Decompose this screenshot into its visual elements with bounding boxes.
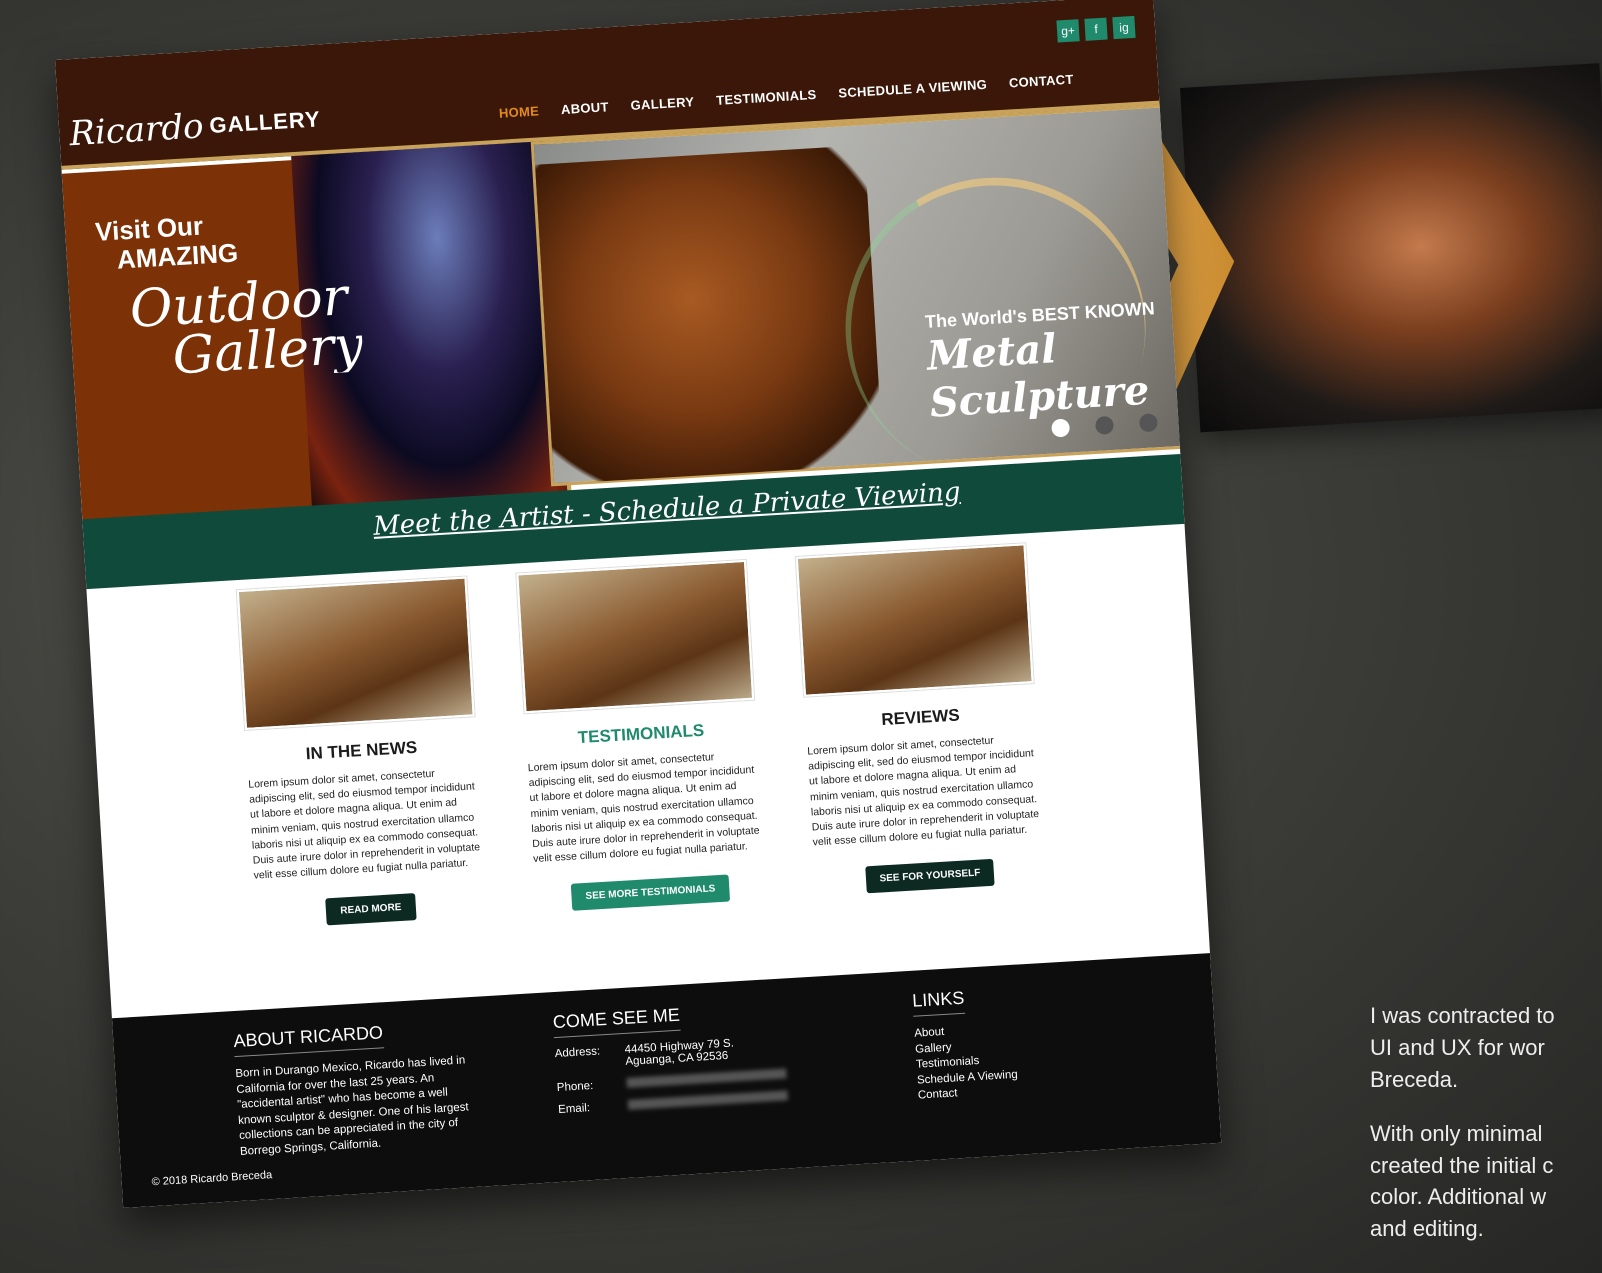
content-columns: IN THE NEWS Lorem ipsum dolor sit amet, … [236,540,1106,930]
website-mockup: g+ f ig Ricardo GALLERY HOME ABOUT GALLE… [55,0,1222,1208]
menu-about[interactable]: ABOUT [561,99,610,117]
footer-links: LINKS About Gallery Testimonials Schedul… [911,979,1118,1104]
column-body: Lorem ipsum dolor sit amet, consectetur … [806,734,1040,849]
social-icons: g+ f ig [1056,15,1136,43]
caption-line: Breceda. [1370,1066,1459,1092]
address-value: 44450 Highway 79 S. Aguanga, CA 92536 [624,1037,735,1067]
address-label: Address: [554,1045,601,1061]
phone-value-blurred [626,1068,787,1088]
news-image [236,576,475,730]
footer-contact-title: COME SEE ME [552,1004,681,1039]
caption-line: UI and UX for wor [1370,1034,1545,1060]
project-caption: I was contracted to UI and UX for wor Br… [1370,1000,1602,1267]
slider-dot-1[interactable] [1051,418,1071,438]
footer-links-title: LINKS [911,987,966,1017]
reviews-image [795,543,1034,697]
logo-word: GALLERY [208,106,322,138]
column-reviews: REVIEWS Lorem ipsum dolor sit amet, cons… [795,543,1046,896]
hero-tagline: The World's BEST KNOWN Metal Sculpture [924,297,1184,427]
instagram-icon[interactable]: ig [1112,15,1136,40]
copyright: © 2018 Ricardo Breceda [151,1169,273,1189]
email-row: Email: [558,1089,818,1116]
caption-para-2: With only minimal created the initial c … [1370,1118,1602,1246]
slider-dot-3[interactable] [1138,413,1158,433]
outdoor-gallery-script: Outdoor Gallery [129,272,364,384]
hero-slider[interactable]: The World's BEST KNOWN Metal Sculpture [530,103,1191,515]
column-news: IN THE NEWS Lorem ipsum dolor sit amet, … [236,576,487,930]
email-value-blurred [627,1090,788,1110]
artist-portrait-image [1180,63,1602,433]
address-row: Address: 44450 Highway 79 S. Aguanga, CA… [554,1033,815,1072]
caption-line: color. Additional w [1370,1184,1547,1210]
email-label: Email: [557,1102,591,1116]
column-title: IN THE NEWS [305,737,418,764]
footer-about: ABOUT RICARDO Born in Durango Mexico, Ri… [232,1017,480,1160]
caption-line: and editing. [1370,1216,1484,1242]
see-for-yourself-button[interactable]: SEE FOR YOURSELF [864,858,996,893]
footer-links-list: About Gallery Testimonials Schedule A Vi… [914,1015,1118,1104]
tagline-line2: Metal Sculpture [925,325,1151,427]
visit-text: Visit Our AMAZING [94,210,239,275]
testimonials-image [516,559,755,714]
caption-para-1: I was contracted to UI and UX for wor Br… [1370,1000,1602,1096]
caption-line: With only minimal [1370,1120,1543,1146]
footer-about-body: Born in Durango Mexico, Ricardo has live… [235,1054,469,1158]
dragon-sculpture-image [535,145,884,485]
facebook-icon[interactable]: f [1084,17,1108,41]
see-more-testimonials-button[interactable]: SEE MORE TESTIMONIALS [570,874,731,911]
phone-label: Phone: [556,1079,594,1095]
caption-line: created the initial c [1370,1152,1554,1178]
column-title: REVIEWS [880,705,961,730]
read-more-button[interactable]: READ MORE [325,892,417,925]
footer: ABOUT RICARDO Born in Durango Mexico, Ri… [111,953,1222,1208]
caption-line: I was contracted to [1370,1003,1555,1028]
column-testimonials: TESTIMONIALS Lorem ipsum dolor sit amet,… [516,559,766,913]
column-body: Lorem ipsum dolor sit amet, consectetur … [247,767,481,882]
logo-script: Ricardo [68,106,205,155]
slider-dot-2[interactable] [1095,415,1115,435]
google-plus-icon[interactable]: g+ [1056,19,1080,43]
footer-about-title: ABOUT RICARDO [232,1022,384,1058]
column-body: Lorem ipsum dolor sit amet, consectetur … [527,751,760,866]
footer-contact: COME SEE ME Address: 44450 Highway 79 S.… [552,997,818,1126]
menu-home[interactable]: HOME [498,103,539,120]
column-title: TESTIMONIALS [577,720,705,748]
